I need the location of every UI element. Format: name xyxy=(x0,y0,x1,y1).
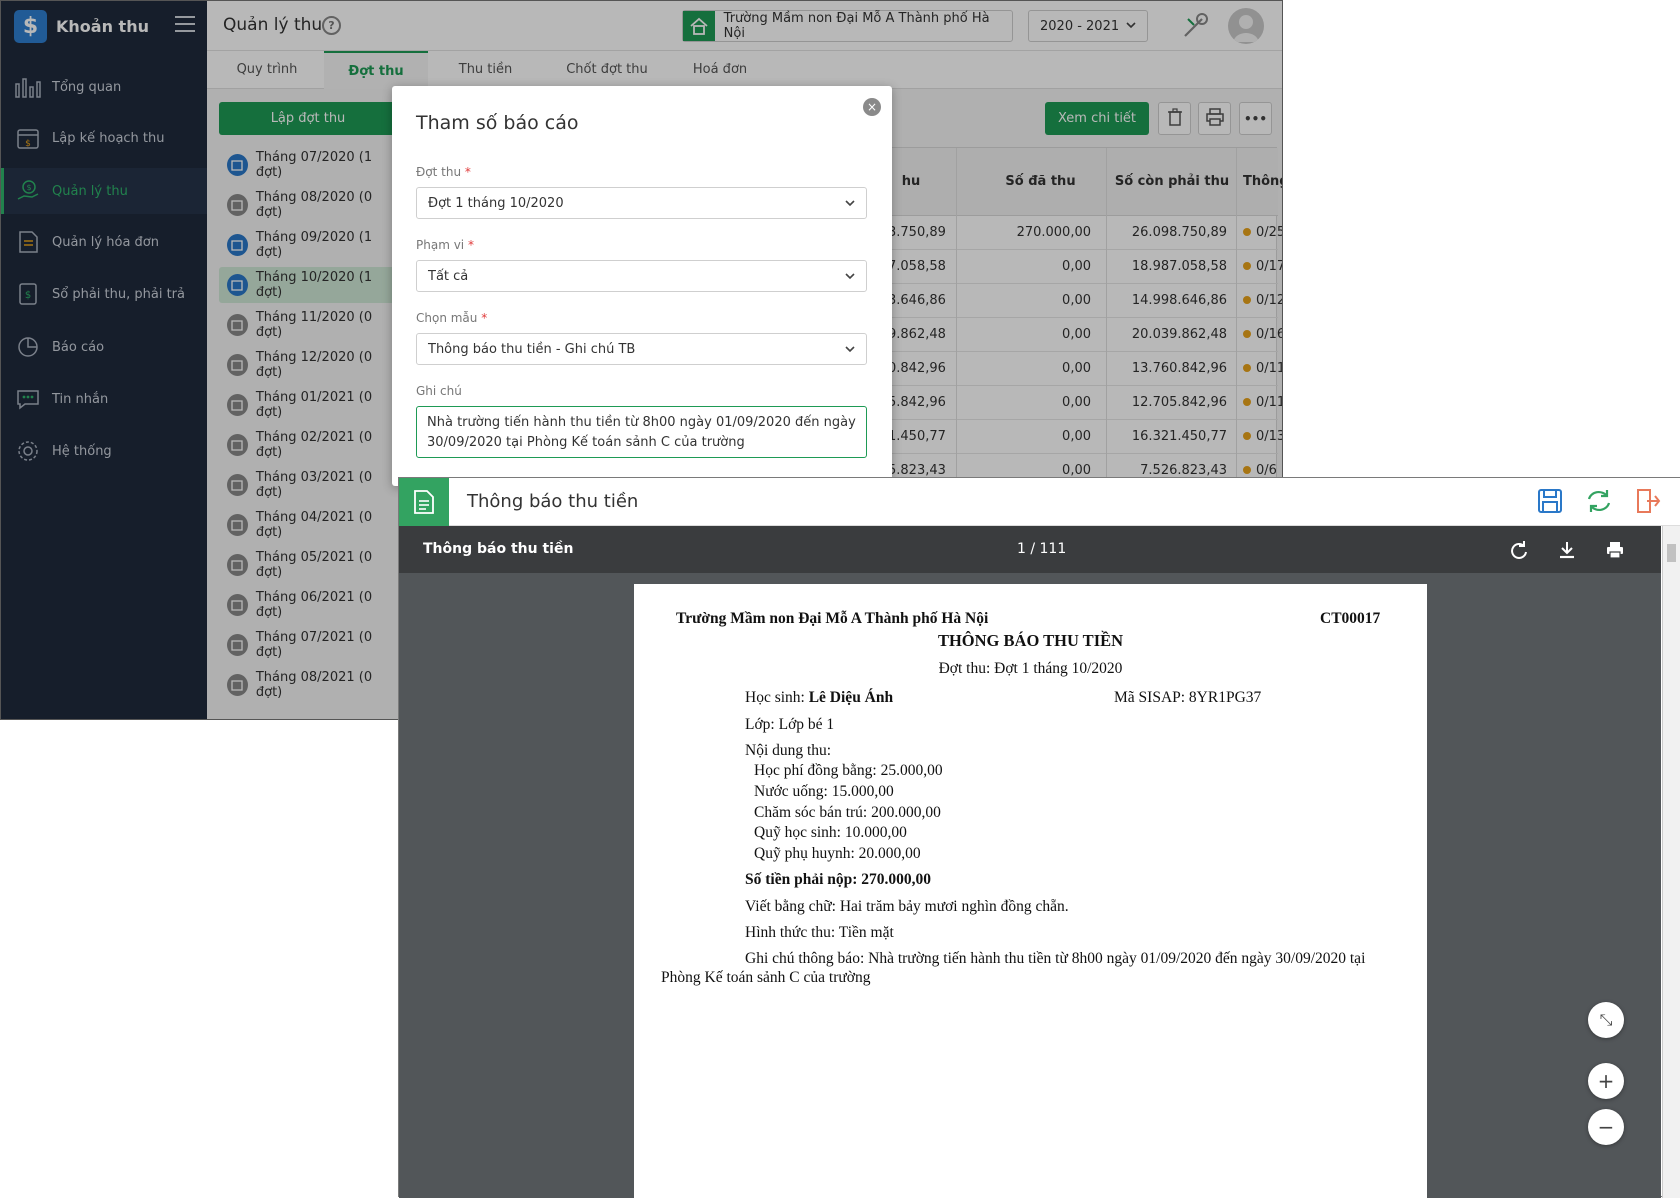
field-label: Đợt thu * xyxy=(416,165,471,179)
select-value: Đợt 1 tháng 10/2020 xyxy=(428,195,564,211)
report-viewer-window: Thông báo thu tiền Thông báo thu tiền 1 … xyxy=(398,477,1680,1198)
doc-fee-item: Chăm sóc bán trú: 200.000,00 xyxy=(754,804,941,821)
zoom-out-button[interactable]: − xyxy=(1588,1109,1624,1145)
field-label: Ghi chú xyxy=(416,384,462,398)
viewer-header: Thông báo thu tiền xyxy=(399,478,1680,526)
doc-title: THÔNG BÁO THU TIỀN xyxy=(937,631,1124,650)
doc-note: Ghi chú thông báo: Nhà trường tiến hành … xyxy=(745,950,1366,967)
viewer-title: Thông báo thu tiền xyxy=(467,491,639,512)
pdf-file-name: Thông báo thu tiền xyxy=(423,541,574,557)
exit-icon[interactable] xyxy=(1635,488,1661,518)
fit-page-button[interactable]: ⤡ xyxy=(1588,1002,1624,1038)
doc-content-label: Nội dung thu: xyxy=(745,742,832,759)
pdf-page: Trường Mầm non Đại Mỗ A Thành phố Hà Nội… xyxy=(634,584,1427,1198)
period-select[interactable]: Đợt 1 tháng 10/2020 xyxy=(416,187,867,219)
scrollbar-thumb[interactable] xyxy=(1667,544,1676,562)
close-icon[interactable]: × xyxy=(863,98,881,116)
doc-class: Lớp: Lớp bé 1 xyxy=(745,716,835,733)
scope-select[interactable]: Tất cả xyxy=(416,260,867,292)
doc-student-name: Lê Diệu Ánh xyxy=(808,689,894,706)
chevron-down-icon xyxy=(844,270,856,286)
select-value: Tất cả xyxy=(428,268,469,284)
doc-period: Đợt thu: Đợt 1 tháng 10/2020 xyxy=(938,660,1123,677)
doc-fee-item: Nước uống: 15.000,00 xyxy=(754,783,894,800)
chevron-down-icon xyxy=(844,197,856,213)
field-label: Chọn mẫu * xyxy=(416,311,488,325)
scrollbar[interactable] xyxy=(1662,526,1680,1198)
save-icon[interactable] xyxy=(1537,488,1563,518)
doc-student: Học sinh: Lê Diệu Ánh xyxy=(745,689,894,706)
pdf-toolbar: Thông báo thu tiền 1 / 111 xyxy=(399,526,1661,573)
zoom-in-button[interactable]: + xyxy=(1588,1063,1624,1099)
download-icon[interactable] xyxy=(1557,540,1577,564)
doc-method: Hình thức thu: Tiền mặt xyxy=(745,924,894,941)
rotate-icon[interactable] xyxy=(1509,540,1529,564)
pdf-canvas[interactable]: Trường Mầm non Đại Mỗ A Thành phố Hà Nội… xyxy=(399,573,1661,1198)
note-line: 30/09/2020 tại Phòng Kế toán sảnh C của … xyxy=(427,435,745,450)
chevron-down-icon xyxy=(844,343,856,359)
doc-school-name: Trường Mầm non Đại Mỗ A Thành phố Hà Nội xyxy=(676,610,989,627)
report-params-dialog: Tham số báo cáo × Đợt thu * Đợt 1 tháng … xyxy=(392,86,892,486)
doc-total: Số tiền phải nộp: 270.000,00 xyxy=(745,871,932,888)
note-textarea[interactable]: Nhà trường tiến hành thu tiền từ 8h00 ng… xyxy=(416,406,867,458)
print-icon[interactable] xyxy=(1605,540,1625,564)
doc-fee-item: Học phí đồng bằng: 25.000,00 xyxy=(754,762,943,779)
doc-fee-item: Quỹ phụ huynh: 20.000,00 xyxy=(754,845,921,862)
pdf-page-indicator: 1 / 111 xyxy=(1017,541,1067,557)
field-label: Phạm vi * xyxy=(416,238,474,252)
document-icon xyxy=(399,478,449,526)
doc-fee-item: Quỹ học sinh: 10.000,00 xyxy=(754,824,907,841)
template-select[interactable]: Thông báo thu tiền - Ghi chú TB xyxy=(416,333,867,365)
doc-code: CT00017 xyxy=(1320,610,1381,627)
dialog-title: Tham số báo cáo xyxy=(416,112,579,134)
select-value: Thông báo thu tiền - Ghi chú TB xyxy=(428,341,636,357)
note-line: Nhà trường tiến hành thu tiền từ 8h00 ng… xyxy=(427,415,856,430)
refresh-icon[interactable] xyxy=(1585,488,1613,518)
doc-in-words: Viết bằng chữ: Hai trăm bảy mươi nghìn đ… xyxy=(745,898,1069,915)
doc-note: Phòng Kế toán sảnh C của trường xyxy=(661,969,871,986)
doc-sisap: Mã SISAP: 8YR1PG37 xyxy=(1114,689,1262,706)
